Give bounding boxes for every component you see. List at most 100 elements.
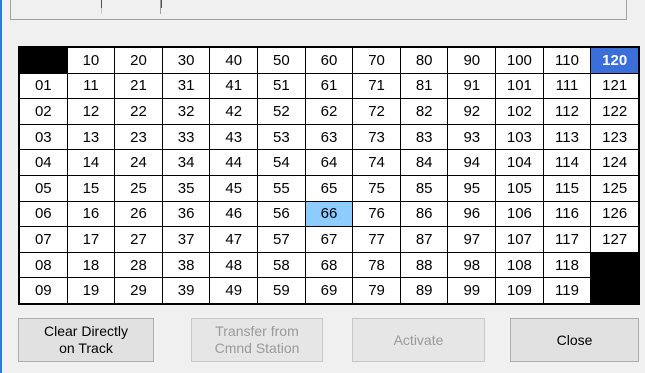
grid-cell-36[interactable]: 36 (161, 200, 211, 228)
grid-cell-107[interactable]: 107 (495, 226, 544, 253)
grid-cell-29[interactable]: 29 (114, 277, 163, 304)
grid-cell-04[interactable]: 04 (19, 149, 68, 176)
grid-cell-26[interactable]: 26 (114, 200, 163, 228)
grid-cell-14[interactable]: 14 (66, 149, 116, 176)
grid-cell-21[interactable]: 21 (114, 72, 163, 100)
grid-cell-22[interactable]: 22 (114, 98, 163, 125)
grid-cell-20[interactable]: 20 (114, 47, 163, 74)
grid-cell-116[interactable]: 116 (542, 200, 592, 228)
grid-cell-38[interactable]: 38 (161, 251, 211, 279)
grid-cell-74[interactable]: 74 (352, 149, 401, 176)
grid-cell-78[interactable]: 78 (352, 251, 401, 279)
grid-cell-72[interactable]: 72 (352, 98, 401, 125)
activate-button[interactable]: Activate (352, 318, 485, 362)
grid-cell-95[interactable]: 95 (447, 174, 497, 202)
grid-cell-70[interactable]: 70 (352, 47, 401, 74)
grid-cell-117[interactable]: 117 (542, 226, 592, 253)
grid-cell-105[interactable]: 105 (495, 174, 544, 202)
grid-cell-51[interactable]: 51 (257, 72, 306, 100)
grid-cell-52[interactable]: 52 (257, 98, 306, 125)
grid-cell-89[interactable]: 89 (399, 277, 449, 304)
grid-cell-102[interactable]: 102 (495, 98, 544, 125)
grid-cell-113[interactable]: 113 (542, 123, 592, 151)
grid-cell-46[interactable]: 46 (209, 200, 259, 228)
grid-cell-85[interactable]: 85 (399, 174, 449, 202)
grid-cell-16[interactable]: 16 (66, 200, 116, 228)
grid-cell-109[interactable]: 109 (495, 277, 544, 304)
grid-cell-18[interactable]: 18 (66, 251, 116, 279)
grid-cell-108[interactable]: 108 (495, 251, 544, 279)
grid-cell-106[interactable]: 106 (495, 200, 544, 228)
grid-cell-69[interactable]: 69 (304, 277, 354, 304)
grid-cell-75[interactable]: 75 (352, 174, 401, 202)
grid-cell-126[interactable]: 126 (590, 200, 639, 228)
grid-cell-59[interactable]: 59 (257, 277, 306, 304)
grid-cell-33[interactable]: 33 (161, 123, 211, 151)
grid-cell-114[interactable]: 114 (542, 149, 592, 176)
grid-cell-83[interactable]: 83 (399, 123, 449, 151)
grid-cell-62[interactable]: 62 (304, 98, 354, 125)
grid-cell-101[interactable]: 101 (495, 72, 544, 100)
grid-cell-11[interactable]: 11 (66, 72, 116, 100)
grid-cell-25[interactable]: 25 (114, 174, 163, 202)
grid-cell-08[interactable]: 08 (19, 251, 68, 279)
grid-cell-90[interactable]: 90 (447, 47, 497, 74)
grid-cell-123[interactable]: 123 (590, 123, 639, 151)
grid-cell-119[interactable]: 119 (542, 277, 592, 304)
grid-cell-48[interactable]: 48 (209, 251, 259, 279)
grid-cell-94[interactable]: 94 (447, 149, 497, 176)
grid-cell-12[interactable]: 12 (66, 98, 116, 125)
grid-cell-68[interactable]: 68 (304, 251, 354, 279)
grid-cell-66[interactable]: 66 (304, 200, 354, 228)
close-button[interactable]: Close (510, 318, 639, 362)
grid-cell-10[interactable]: 10 (66, 47, 116, 74)
grid-cell-06[interactable]: 06 (19, 200, 68, 228)
grid-cell-100[interactable]: 100 (495, 47, 544, 74)
grid-cell-31[interactable]: 31 (161, 72, 211, 100)
grid-cell-43[interactable]: 43 (209, 123, 259, 151)
grid-cell-118[interactable]: 118 (542, 251, 592, 279)
grid-cell-07[interactable]: 07 (19, 226, 68, 253)
grid-cell-79[interactable]: 79 (352, 277, 401, 304)
grid-cell-37[interactable]: 37 (161, 226, 211, 253)
grid-cell-47[interactable]: 47 (209, 226, 259, 253)
grid-cell-42[interactable]: 42 (209, 98, 259, 125)
grid-cell-82[interactable]: 82 (399, 98, 449, 125)
grid-cell-80[interactable]: 80 (399, 47, 449, 74)
grid-cell-93[interactable]: 93 (447, 123, 497, 151)
grid-cell-111[interactable]: 111 (542, 72, 592, 100)
grid-cell-125[interactable]: 125 (590, 174, 639, 202)
grid-cell-115[interactable]: 115 (542, 174, 592, 202)
grid-cell-01[interactable]: 01 (19, 72, 68, 100)
grid-cell-127[interactable]: 127 (590, 226, 639, 253)
grid-cell-84[interactable]: 84 (399, 149, 449, 176)
grid-cell-17[interactable]: 17 (66, 226, 116, 253)
transfer-from-command-station-button[interactable]: Transfer from Cmnd Station (191, 318, 323, 362)
grid-cell-122[interactable]: 122 (590, 98, 639, 125)
grid-cell-15[interactable]: 15 (66, 174, 116, 202)
grid-cell-110[interactable]: 110 (542, 47, 592, 74)
grid-cell-104[interactable]: 104 (495, 149, 544, 176)
grid-cell-81[interactable]: 81 (399, 72, 449, 100)
grid-cell-34[interactable]: 34 (161, 149, 211, 176)
grid-cell-91[interactable]: 91 (447, 72, 497, 100)
grid-cell-44[interactable]: 44 (209, 149, 259, 176)
grid-cell-41[interactable]: 41 (209, 72, 259, 100)
grid-cell-120[interactable]: 120 (590, 47, 639, 74)
grid-cell-76[interactable]: 76 (352, 200, 401, 228)
grid-cell-24[interactable]: 24 (114, 149, 163, 176)
grid-cell-09[interactable]: 09 (19, 277, 68, 304)
grid-cell-56[interactable]: 56 (257, 200, 306, 228)
grid-cell-88[interactable]: 88 (399, 251, 449, 279)
grid-cell-30[interactable]: 30 (161, 47, 211, 74)
grid-cell-60[interactable]: 60 (304, 47, 354, 74)
grid-cell-05[interactable]: 05 (19, 174, 68, 202)
grid-cell-50[interactable]: 50 (257, 47, 306, 74)
grid-cell-73[interactable]: 73 (352, 123, 401, 151)
grid-cell-77[interactable]: 77 (352, 226, 401, 253)
grid-cell-87[interactable]: 87 (399, 226, 449, 253)
grid-cell-02[interactable]: 02 (19, 98, 68, 125)
grid-cell-35[interactable]: 35 (161, 174, 211, 202)
grid-cell-13[interactable]: 13 (66, 123, 116, 151)
clear-directly-on-track-button[interactable]: Clear Directly on Track (18, 318, 154, 362)
